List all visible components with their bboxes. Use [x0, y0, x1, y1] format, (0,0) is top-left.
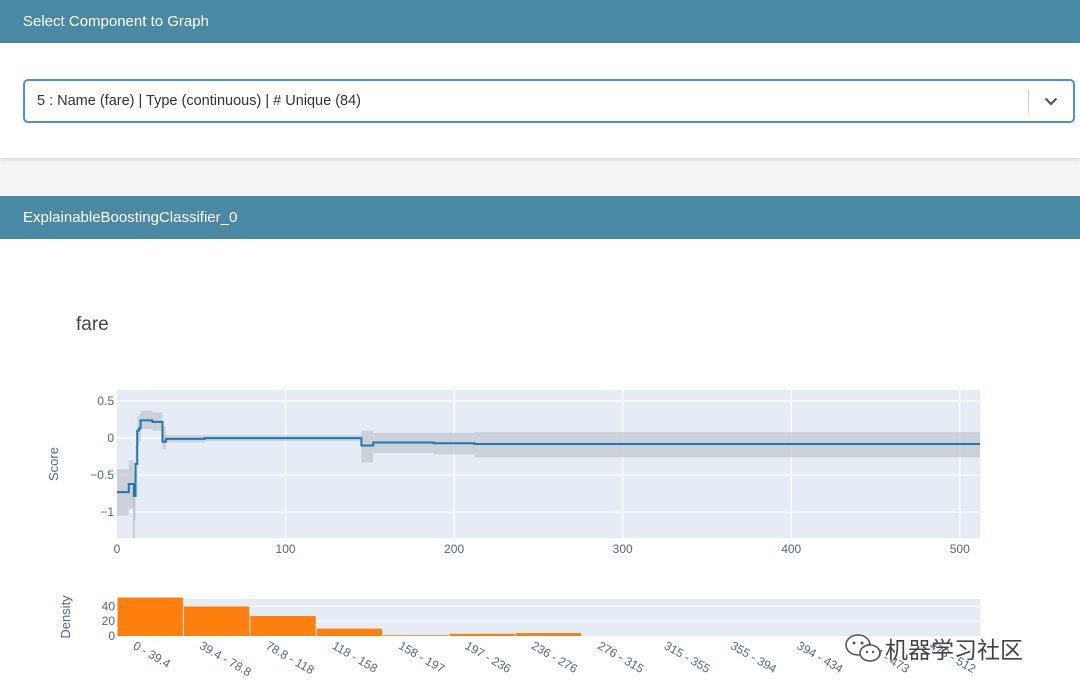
density-y-tick-label: 20	[102, 614, 116, 628]
score-ci-band	[361, 430, 374, 463]
score-y-tick-label: 0.5	[97, 394, 114, 408]
charts-canvas: 0 100 200 300 400 500−1−0.500.5Score 020400 -…	[46, 390, 1023, 679]
density-bar	[183, 606, 250, 636]
score-x-tick-label: 200	[444, 542, 464, 556]
score-x-tick-label: 0	[114, 542, 121, 556]
density-x-tick-label: 0 - 39.4	[131, 638, 174, 671]
density-bar	[316, 628, 383, 636]
density-chart: 02040 0 - 39.4 39.4 - 78.8 78.8 - 118 118 - …	[58, 595, 980, 679]
density-x-tick-label: 78.8 - 118	[263, 638, 316, 677]
density-x-tick-label: 236 - 276	[529, 638, 580, 676]
score-x-tick-label: 300	[613, 542, 633, 556]
density-x-tick-label: 276 - 315	[595, 638, 646, 676]
watermark: 机器学习社区	[845, 634, 1023, 663]
density-x-tick-label: 197 - 236	[463, 638, 514, 676]
density-x-tick-label: 355 - 394	[728, 638, 779, 676]
density-y-axis-label: Density	[58, 595, 73, 639]
score-y-tick-label: −0.5	[90, 468, 114, 482]
density-x-tick-label: 158 - 197	[396, 638, 447, 676]
density-bar	[250, 616, 316, 636]
density-bar	[515, 633, 582, 636]
density-bar	[449, 633, 515, 636]
score-y-tick-label: −1	[100, 505, 114, 519]
score-x-tick-label: 400	[781, 542, 801, 556]
score-chart: 0 100 200 300 400 500 −1 −0.5 0 0.5 Score	[46, 390, 980, 556]
density-x-tick-label: 315 - 355	[662, 638, 713, 676]
score-plot-area	[117, 390, 980, 538]
density-bar	[383, 635, 449, 636]
score-y-tick-label: 0	[107, 431, 114, 445]
density-y-tick-label: 0	[108, 629, 115, 643]
density-x-tick-label: 118 - 158	[330, 638, 380, 675]
score-x-tick-label: 100	[276, 542, 296, 556]
wechat-icon	[845, 634, 881, 662]
watermark-text: 机器学习社区	[885, 637, 1023, 663]
score-x-tick-label: 500	[950, 542, 970, 556]
density-y-tick-label: 40	[102, 599, 116, 613]
density-bar	[117, 597, 183, 636]
density-x-tick-label: 394 - 434	[795, 638, 846, 676]
density-x-tick-label: 39.4 - 78.8	[197, 638, 254, 679]
score-y-axis-label: Score	[46, 447, 61, 481]
